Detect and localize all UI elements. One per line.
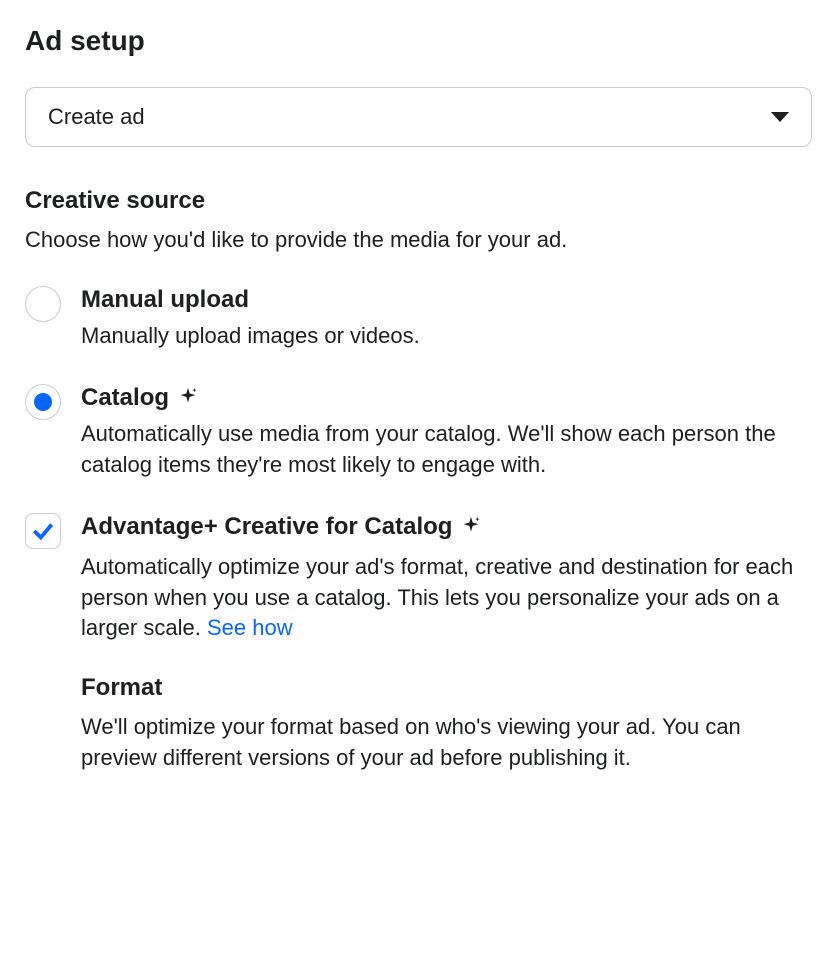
format-section: Format We'll optimize your format based … (81, 674, 812, 774)
advantage-description: Automatically optimize your ad's format,… (81, 552, 812, 644)
see-how-link[interactable]: See how (207, 613, 293, 644)
creative-source-title: Creative source (25, 187, 812, 215)
sparkle-icon (460, 515, 482, 537)
radio-inner-dot (34, 393, 52, 411)
radio-content-manual: Manual upload Manually upload images or … (81, 284, 812, 352)
advantage-desc-text: Automatically optimize your ad's format,… (81, 554, 793, 641)
ad-type-dropdown[interactable]: Create ad (25, 87, 812, 147)
radio-title-text: Manual upload (81, 284, 249, 315)
radio-desc-catalog: Automatically use media from your catalo… (81, 419, 812, 481)
radio-button-catalog[interactable] (25, 384, 61, 420)
advantage-checkbox[interactable] (25, 513, 61, 549)
check-icon (30, 518, 56, 544)
format-description: We'll optimize your format based on who'… (81, 712, 812, 774)
advantage-title-text: Advantage+ Creative for Catalog (81, 511, 452, 542)
dropdown-label: Create ad (48, 104, 145, 130)
radio-title-text: Catalog (81, 382, 169, 413)
advantage-content: Advantage+ Creative for Catalog Automati… (81, 511, 812, 774)
radio-content-catalog: Catalog Automatically use media from you… (81, 382, 812, 481)
radio-button-manual[interactable] (25, 286, 61, 322)
advantage-checkbox-row: Advantage+ Creative for Catalog Automati… (25, 511, 812, 774)
radio-desc-manual: Manually upload images or videos. (81, 321, 812, 352)
sparkle-icon (177, 386, 199, 408)
radio-option-manual[interactable]: Manual upload Manually upload images or … (25, 284, 812, 352)
creative-source-description: Choose how you'd like to provide the med… (25, 225, 812, 256)
chevron-down-icon (771, 112, 789, 122)
format-title: Format (81, 674, 812, 702)
advantage-title: Advantage+ Creative for Catalog (81, 511, 812, 542)
page-title: Ad setup (25, 25, 812, 57)
radio-title-catalog: Catalog (81, 382, 812, 413)
radio-option-catalog[interactable]: Catalog Automatically use media from you… (25, 382, 812, 481)
radio-title-manual: Manual upload (81, 284, 812, 315)
